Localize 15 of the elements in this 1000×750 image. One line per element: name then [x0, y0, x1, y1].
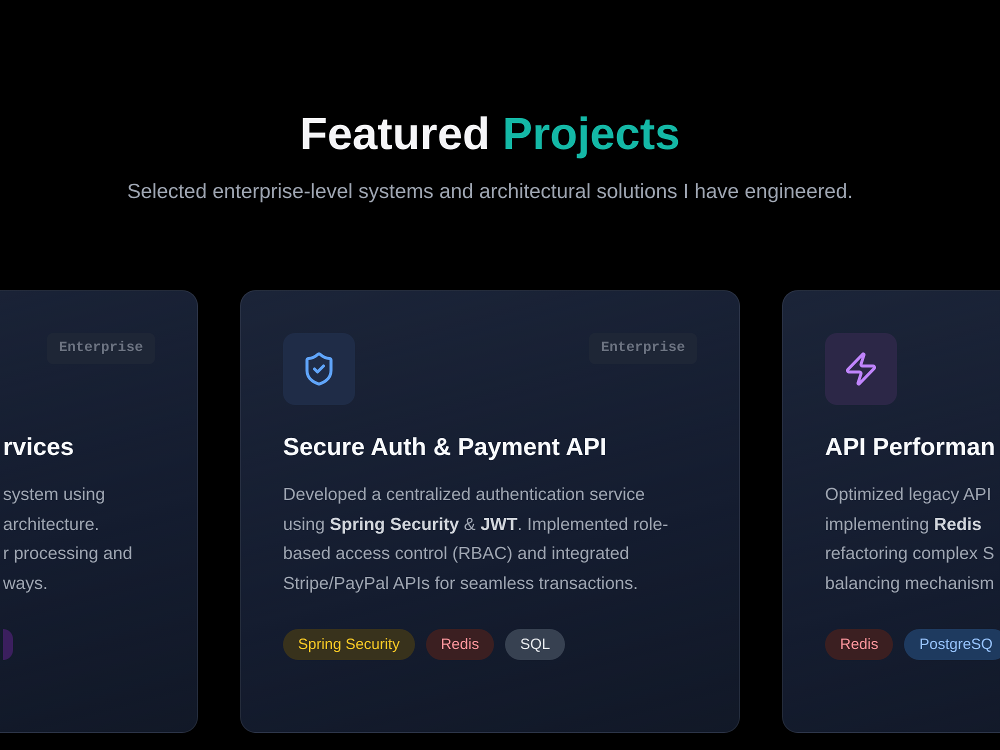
project-description: Developed a centralized authentication service using Spring Security & JWT. Implemented role-based access control (RBAC) and integrated Stripe/PayPal APIs for seamless transactions. [283, 483, 670, 595]
tech-tag: Spring Security [283, 629, 415, 660]
tech-tag: Redis [426, 629, 494, 660]
project-title: rvices [3, 433, 74, 463]
project-title: Secure Auth & Payment API [283, 433, 607, 463]
tech-tag: Redis [825, 629, 894, 660]
project-description: system using architecture. r processing and ways. [3, 483, 132, 595]
project-description: Optimized legacy API implementing Redis refactoring complex S balancing mechanism [825, 483, 994, 595]
category-label: Enterprise [588, 333, 697, 364]
tech-tag: SQL [505, 629, 566, 660]
section-subtitle: Selected enterprise-level systems and architectural solutions I have engineered. [126, 179, 854, 205]
tech-tag: PostgreSQ [904, 629, 1000, 660]
section-heading: Featured Projects [298, 107, 682, 161]
category-label: Enterprise [46, 333, 155, 364]
project-title: API Performan [825, 433, 996, 463]
